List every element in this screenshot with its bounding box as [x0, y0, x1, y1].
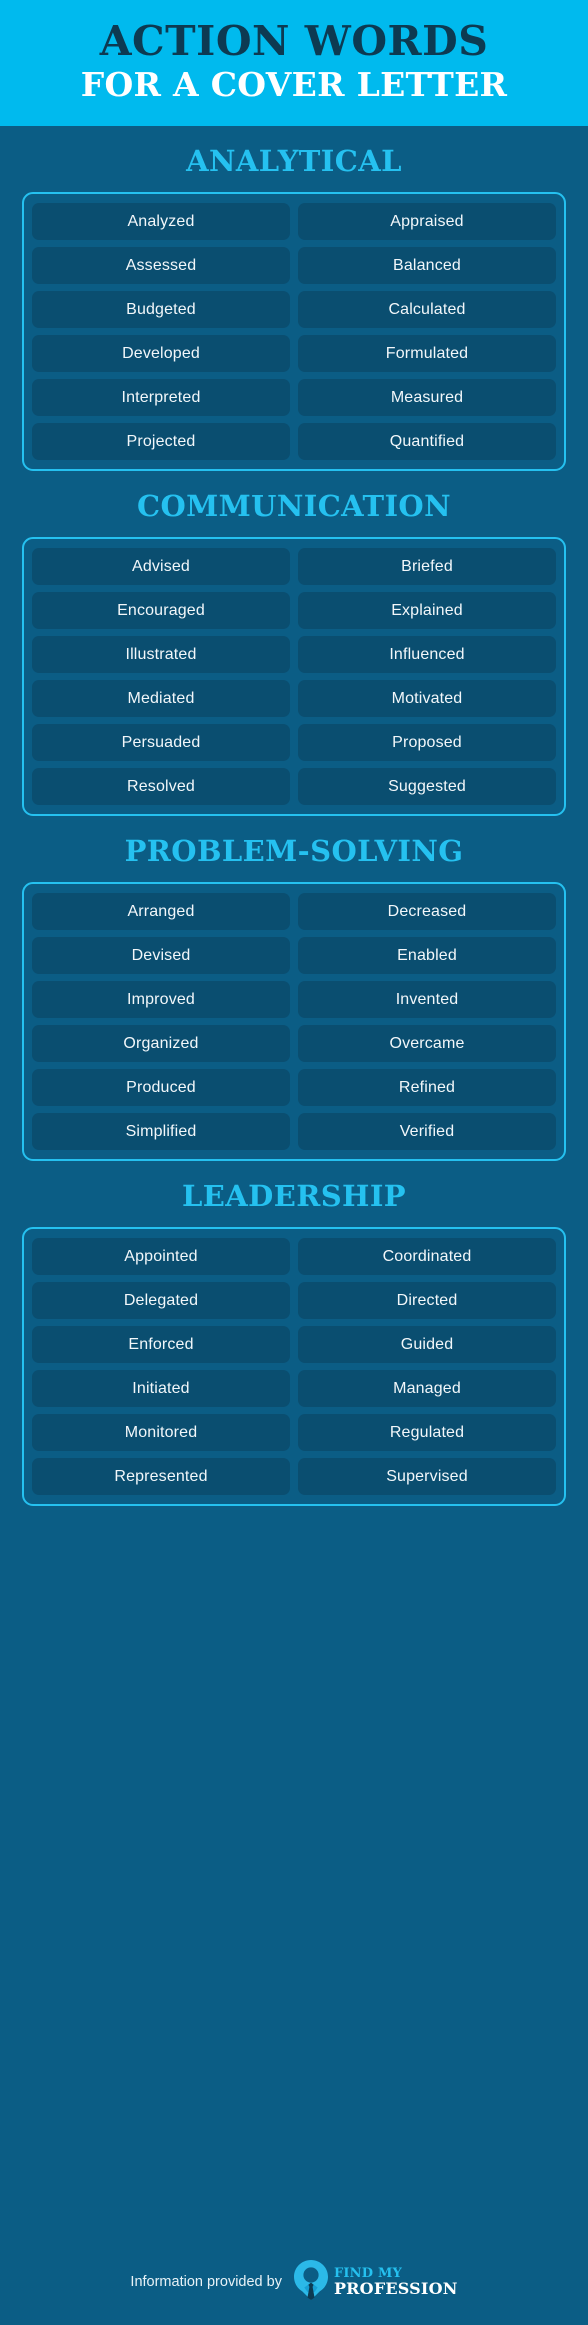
word-pill[interactable]: Analyzed	[32, 203, 290, 240]
word-pill[interactable]: Resolved	[32, 768, 290, 805]
word-pill[interactable]: Monitored	[32, 1414, 290, 1451]
location-pin-person-tie-icon	[293, 2259, 328, 2305]
word-grid: Advised Briefed Encouraged Explained Illustr…	[22, 537, 566, 816]
word-pill[interactable]: Budgeted	[32, 291, 290, 328]
word-pill[interactable]: Explained	[298, 592, 556, 629]
word-pill[interactable]: Appraised	[298, 203, 556, 240]
word-pill[interactable]: Produced	[32, 1069, 290, 1106]
logo-line-two: PROFESSION	[333, 2279, 458, 2298]
word-pill[interactable]: Proposed	[298, 724, 556, 761]
word-pill[interactable]: Enforced	[32, 1326, 290, 1363]
word-pill[interactable]: Supervised	[298, 1458, 556, 1495]
page-subtitle: FOR A COVER LETTER	[80, 65, 508, 105]
word-pill[interactable]: Devised	[32, 937, 290, 974]
section-heading: ANALYTICAL	[186, 144, 402, 178]
section-heading: COMMUNICATION	[136, 489, 452, 523]
footer-credit-text: Information provided by	[130, 2274, 282, 2290]
word-pill[interactable]: Quantified	[298, 423, 556, 460]
word-pill[interactable]: Verified	[298, 1113, 556, 1150]
word-pill[interactable]: Interpreted	[32, 379, 290, 416]
header-banner: ACTION WORDS FOR A COVER LETTER	[0, 0, 588, 126]
word-pill[interactable]: Guided	[298, 1326, 556, 1363]
word-pill[interactable]: Overcame	[298, 1025, 556, 1062]
word-section: LEADERSHIP Appointed Coordinated Delegated D…	[0, 1161, 588, 1506]
word-pill[interactable]: Briefed	[298, 548, 556, 585]
word-grid: Arranged Decreased Devised Enabled Improved I…	[22, 882, 566, 1161]
sections-container: ANALYTICAL Analyzed Appraised Assessed Balan…	[0, 126, 588, 2239]
word-pill[interactable]: Formulated	[298, 335, 556, 372]
word-pill[interactable]: Appointed	[32, 1238, 290, 1275]
word-pill[interactable]: Directed	[298, 1282, 556, 1319]
word-pill[interactable]: Enabled	[298, 937, 556, 974]
page-title: ACTION WORDS	[99, 17, 489, 65]
word-pill[interactable]: Assessed	[32, 247, 290, 284]
word-pill[interactable]: Coordinated	[298, 1238, 556, 1275]
logo-wordmark: FIND MY PROFESSION	[334, 2267, 458, 2297]
word-pill[interactable]: Regulated	[298, 1414, 556, 1451]
word-pill[interactable]: Encouraged	[32, 592, 290, 629]
word-pill[interactable]: Mediated	[32, 680, 290, 717]
word-pill[interactable]: Arranged	[32, 893, 290, 930]
word-pill[interactable]: Developed	[32, 335, 290, 372]
word-pill[interactable]: Represented	[32, 1458, 290, 1495]
word-pill[interactable]: Calculated	[298, 291, 556, 328]
word-pill[interactable]: Illustrated	[32, 636, 290, 673]
word-pill[interactable]: Decreased	[298, 893, 556, 930]
section-heading: LEADERSHIP	[181, 1179, 407, 1213]
word-pill[interactable]: Invented	[298, 981, 556, 1018]
word-pill[interactable]: Simplified	[32, 1113, 290, 1150]
word-pill[interactable]: Balanced	[298, 247, 556, 284]
word-pill[interactable]: Motivated	[298, 680, 556, 717]
word-pill[interactable]: Persuaded	[32, 724, 290, 761]
word-pill[interactable]: Refined	[298, 1069, 556, 1106]
word-section: PROBLEM-SOLVING Arranged Decreased Devised E…	[0, 816, 588, 1161]
word-pill[interactable]: Managed	[298, 1370, 556, 1407]
section-heading: PROBLEM-SOLVING	[124, 834, 464, 868]
word-pill[interactable]: Improved	[32, 981, 290, 1018]
infographic-root: ACTION WORDS FOR A COVER LETTER ANALYTIC…	[0, 0, 588, 2325]
word-pill[interactable]: Suggested	[298, 768, 556, 805]
word-pill[interactable]: Projected	[32, 423, 290, 460]
word-pill[interactable]: Initiated	[32, 1370, 290, 1407]
footer: Information provided by FIND MY PROFESSI…	[0, 2239, 588, 2325]
word-section: COMMUNICATION Advised Briefed Encouraged Exp…	[0, 471, 588, 816]
word-section: ANALYTICAL Analyzed Appraised Assessed Balan…	[0, 126, 588, 471]
word-pill[interactable]: Influenced	[298, 636, 556, 673]
word-pill[interactable]: Organized	[32, 1025, 290, 1062]
word-pill[interactable]: Measured	[298, 379, 556, 416]
find-my-profession-logo[interactable]: FIND MY PROFESSION	[293, 2259, 458, 2305]
word-grid: Appointed Coordinated Delegated Directed Enf…	[22, 1227, 566, 1506]
word-pill[interactable]: Delegated	[32, 1282, 290, 1319]
word-grid: Analyzed Appraised Assessed Balanced Budgete…	[22, 192, 566, 471]
word-pill[interactable]: Advised	[32, 548, 290, 585]
